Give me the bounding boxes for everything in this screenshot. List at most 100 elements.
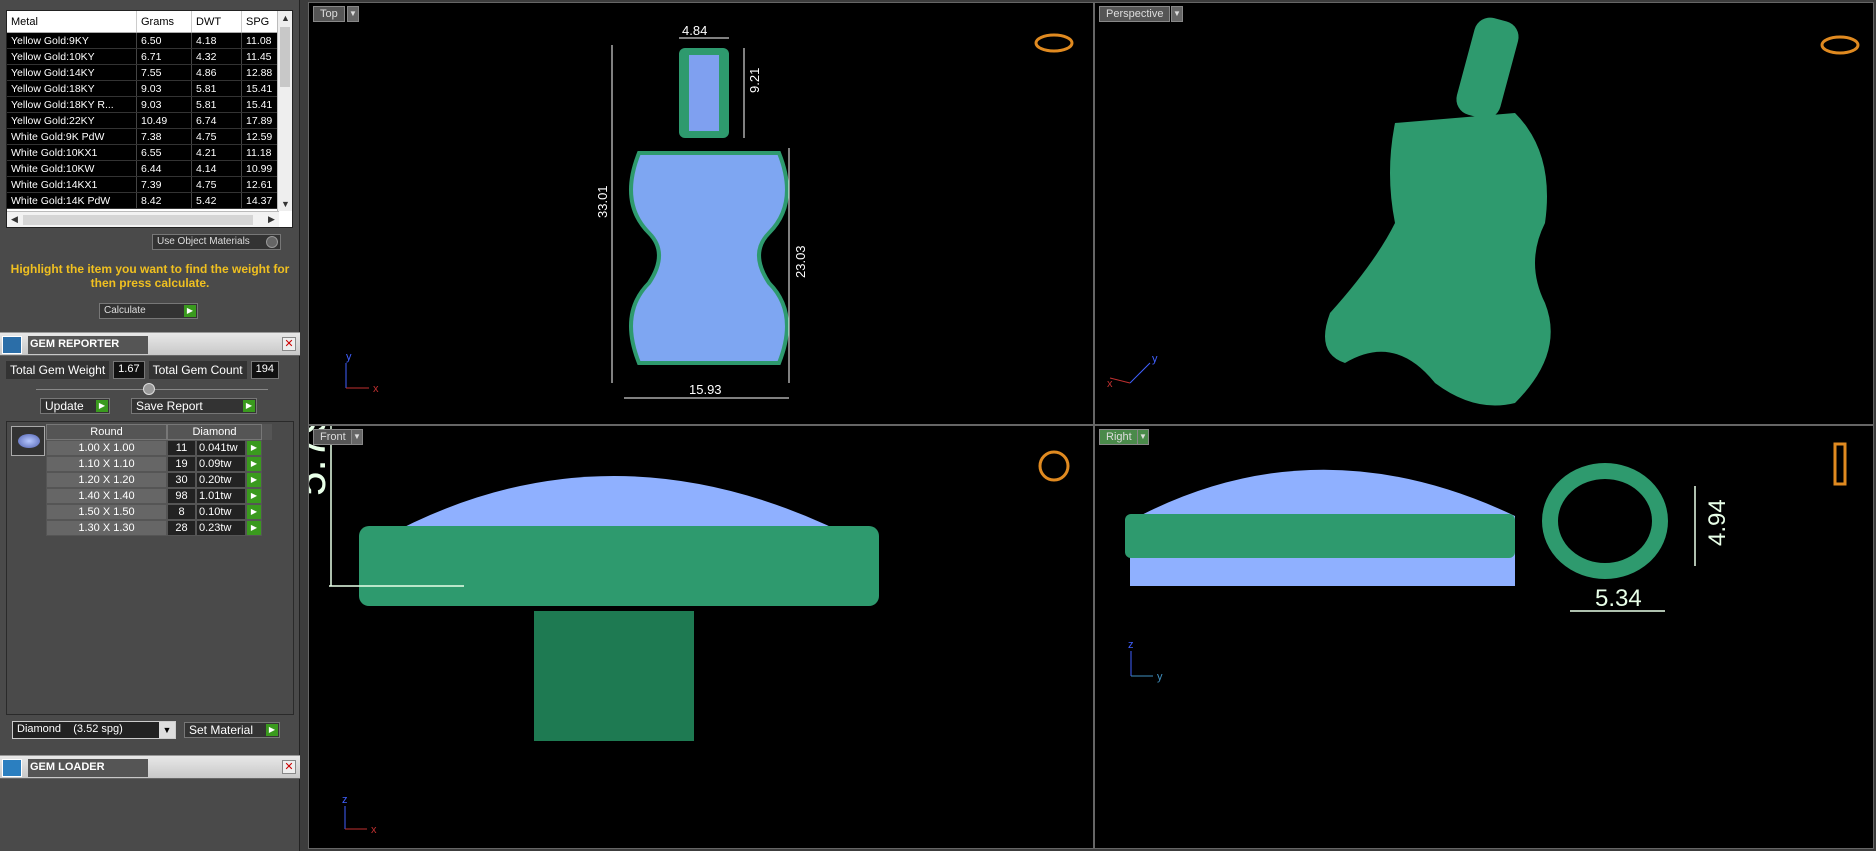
table-row[interactable]: White Gold:14K PdW 8.42 5.42 14.37 <box>7 193 292 209</box>
material-select[interactable]: Diamond (3.52 spg) ▼ <box>12 721 176 739</box>
table-cell: 6.74 <box>192 113 242 128</box>
axis-y-label: y <box>346 351 352 363</box>
viewport-front[interactable]: 5.79 z x Front ▼ <box>308 425 1094 849</box>
play-arrow-icon[interactable]: ▶ <box>246 520 262 536</box>
chevron-down-icon[interactable]: ▼ <box>351 429 363 445</box>
close-icon[interactable]: ✕ <box>282 337 296 351</box>
bail-shape <box>534 611 694 741</box>
play-arrow-icon[interactable]: ▶ <box>246 456 262 472</box>
view-ring-icon[interactable] <box>1038 450 1070 482</box>
col-grams[interactable]: Grams <box>137 11 192 32</box>
vscroll-thumb[interactable] <box>280 27 290 87</box>
viewport-label-top[interactable]: Top <box>313 6 345 22</box>
perspective-view-render: y x <box>1107 17 1860 406</box>
play-arrow-icon: ▶ <box>184 305 196 317</box>
col-dwt[interactable]: DWT <box>192 11 242 32</box>
toggle-knob-icon <box>266 236 278 248</box>
metal-weight-table: Metal Grams DWT SPG Yellow Gold:9KY 6.50 4… <box>6 10 293 228</box>
hscroll-thumb[interactable] <box>23 215 253 225</box>
table-row[interactable]: White Gold:10KX1 6.55 4.21 11.18 <box>7 145 292 161</box>
set-material-button[interactable]: Set Material ▶ <box>184 722 280 738</box>
save-report-button[interactable]: Save Report ▶ <box>131 398 257 414</box>
gem-row[interactable]: 1.50 X 1.50 8 0.10tw ▶ <box>46 504 272 520</box>
gem-reporter-icon <box>2 336 22 354</box>
gem-reporter-header: GEM REPORTER ✕ <box>0 332 300 356</box>
collapse-handle[interactable] <box>143 383 155 395</box>
scroll-left-icon[interactable]: ◀ <box>7 214 22 225</box>
calculate-button[interactable]: Calculate ▶ <box>99 303 198 319</box>
table-row[interactable]: White Gold:9K PdW 7.38 4.75 12.59 <box>7 129 292 145</box>
gem-row[interactable]: 1.00 X 1.00 11 0.041tw ▶ <box>46 440 272 456</box>
table-row[interactable]: Yellow Gold:9KY 6.50 4.18 11.08 <box>7 33 292 49</box>
viewport-label-perspective[interactable]: Perspective <box>1099 6 1171 22</box>
table-cell: Yellow Gold:10KY <box>7 49 137 64</box>
table-row[interactable]: Yellow Gold:18KY 9.03 5.81 15.41 <box>7 81 292 97</box>
table-row[interactable]: Yellow Gold:18KY R... 9.03 5.81 15.41 <box>7 97 292 113</box>
play-arrow-icon[interactable]: ▶ <box>246 440 262 456</box>
gem-report-panel: Round Diamond 1.00 X 1.00 11 0.041tw ▶ 1.10 … <box>6 421 294 715</box>
total-gem-count-value: 194 <box>250 361 279 379</box>
viewport-top[interactable]: 4.84 9.21 33.01 23.03 15.93 y x Top ▼ <box>308 2 1094 425</box>
viewport-label-front[interactable]: Front <box>313 429 353 445</box>
gem-row[interactable]: 1.40 X 1.40 98 1.01tw ▶ <box>46 488 272 504</box>
update-button[interactable]: Update ▶ <box>40 398 110 414</box>
gem-row[interactable]: 1.30 X 1.30 28 0.23tw ▶ <box>46 520 272 536</box>
gem-count-cell: 8 <box>167 504 196 520</box>
col-spg[interactable]: SPG <box>242 11 278 32</box>
metal-table-header: Metal Grams DWT SPG <box>7 11 292 33</box>
use-object-materials-label: Use Object Materials <box>157 236 250 247</box>
axis-y-label: y <box>1152 353 1158 365</box>
table-cell: 15.41 <box>242 97 278 112</box>
scroll-down-icon[interactable]: ▼ <box>278 199 293 209</box>
table-cell: 17.89 <box>242 113 278 128</box>
gem-row[interactable]: 1.10 X 1.10 19 0.09tw ▶ <box>46 456 272 472</box>
table-row[interactable]: Yellow Gold:14KY 7.55 4.86 12.88 <box>7 65 292 81</box>
front-view-render: 5.79 z x <box>309 426 1070 836</box>
metal-table-vscrollbar[interactable]: ▲ ▼ <box>277 11 292 211</box>
table-cell: 11.08 <box>242 33 278 48</box>
axis-x-line <box>1109 377 1131 384</box>
table-cell: 4.75 <box>192 177 242 192</box>
table-row[interactable]: Yellow Gold:10KY 6.71 4.32 11.45 <box>7 49 292 65</box>
gem-table-body: 1.00 X 1.00 11 0.041tw ▶ 1.10 X 1.10 19 0.09tw… <box>46 440 272 536</box>
play-arrow-icon[interactable]: ▶ <box>246 472 262 488</box>
gem-size-cell: 1.20 X 1.20 <box>46 472 167 488</box>
play-arrow-icon[interactable]: ▶ <box>246 488 262 504</box>
play-arrow-icon[interactable]: ▶ <box>246 504 262 520</box>
metal-table-hscrollbar[interactable]: ◀ ▶ <box>7 211 279 227</box>
scroll-up-icon[interactable]: ▲ <box>278 13 293 23</box>
top-view-render: 4.84 9.21 33.01 23.03 15.93 y x <box>345 23 1074 399</box>
table-row[interactable]: White Gold:14KX1 7.39 4.75 12.61 <box>7 177 292 193</box>
gem-totals: Total Gem Weight 1.67 Total Gem Count 19… <box>6 361 294 379</box>
table-cell: 6.44 <box>137 161 192 176</box>
chevron-down-icon[interactable]: ▼ <box>1137 429 1149 445</box>
table-row[interactable]: Yellow Gold:22KY 10.49 6.74 17.89 <box>7 113 292 129</box>
table-cell: 4.32 <box>192 49 242 64</box>
table-cell: 4.75 <box>192 129 242 144</box>
chevron-down-icon[interactable]: ▼ <box>1171 6 1183 22</box>
scroll-right-icon[interactable]: ▶ <box>264 214 279 225</box>
view-cube-icon[interactable] <box>1034 33 1074 53</box>
table-row[interactable]: White Gold:10KW 6.44 4.14 10.99 <box>7 161 292 177</box>
viewport-perspective[interactable]: y x Perspective ▼ <box>1094 2 1874 425</box>
gem-row[interactable]: 1.20 X 1.20 30 0.20tw ▶ <box>46 472 272 488</box>
viewport-right[interactable]: 4.94 5.34 z y Right ▼ <box>1094 425 1874 849</box>
view-side-icon[interactable] <box>1833 442 1847 486</box>
dim-width: 15.93 <box>689 382 722 397</box>
gem-count-cell: 28 <box>167 520 196 536</box>
col-metal[interactable]: Metal <box>7 11 137 32</box>
close-icon[interactable]: ✕ <box>282 760 296 774</box>
use-object-materials-toggle[interactable]: Use Object Materials <box>152 234 281 250</box>
view-cube-icon[interactable] <box>1820 35 1860 55</box>
viewport-label-right[interactable]: Right <box>1099 429 1139 445</box>
round-diamond-icon <box>11 426 45 456</box>
gem-count-cell: 19 <box>167 456 196 472</box>
col-shape: Round <box>46 424 167 440</box>
chevron-down-icon[interactable]: ▼ <box>347 6 359 22</box>
gem-count-cell: 98 <box>167 488 196 504</box>
axis-y-line <box>1129 362 1151 384</box>
table-cell: 12.61 <box>242 177 278 192</box>
chevron-down-icon: ▼ <box>159 722 175 738</box>
table-cell: White Gold:9K PdW <box>7 129 137 144</box>
metal-table-body: Yellow Gold:9KY 6.50 4.18 11.08 Yellow Gold:… <box>7 33 292 209</box>
